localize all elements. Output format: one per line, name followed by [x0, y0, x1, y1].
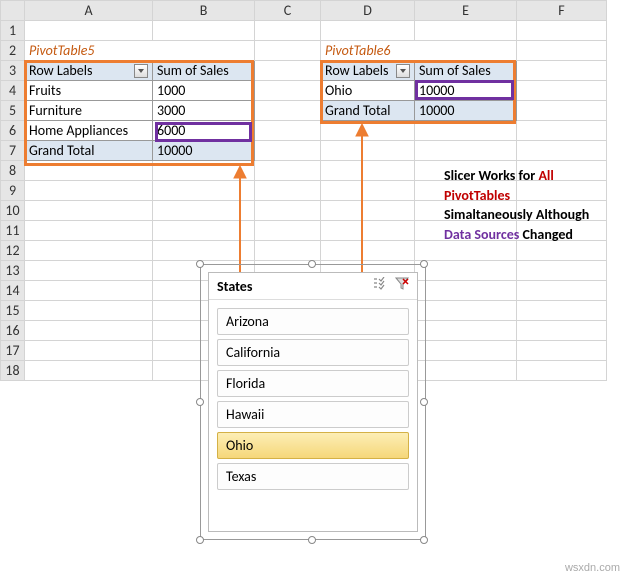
row-header[interactable]: 14 [1, 281, 25, 301]
pivot5-rowlabels-header[interactable]: Row Labels [25, 61, 153, 81]
row-header[interactable]: 2 [1, 41, 25, 61]
slicer-item[interactable]: Ohio [217, 432, 409, 459]
row-header[interactable]: 7 [1, 141, 25, 161]
resize-handle[interactable] [196, 260, 204, 268]
pivot5-grandtotal-label[interactable]: Grand Total [25, 141, 153, 161]
slicer-item[interactable]: Florida [217, 370, 409, 397]
resize-handle[interactable] [196, 536, 204, 544]
pivot6-rowlabels-header[interactable]: Row Labels [321, 61, 415, 81]
pivot5-grandtotal-value[interactable]: 10000 [153, 141, 255, 161]
slicer-title: States [217, 278, 252, 295]
slicer-item[interactable]: Arizona [217, 308, 409, 335]
clear-filter-icon[interactable] [395, 277, 409, 295]
slicer-states[interactable]: States Arizona California Florida Hawaii… [208, 272, 418, 532]
resize-handle[interactable] [420, 260, 428, 268]
row-header[interactable]: 15 [1, 301, 25, 321]
col-header-F[interactable]: F [517, 1, 607, 21]
resize-handle[interactable] [196, 398, 204, 406]
pivot5-row-value[interactable]: 1000 [153, 81, 255, 101]
connector-arrow [354, 124, 370, 272]
pivot5-row-label[interactable]: Home Appliances [25, 121, 153, 141]
resize-handle[interactable] [420, 536, 428, 544]
col-header-A[interactable]: A [25, 1, 153, 21]
row-header[interactable]: 18 [1, 361, 25, 381]
col-header-E[interactable]: E [415, 1, 517, 21]
row-header[interactable]: 9 [1, 181, 25, 201]
col-header-C[interactable]: C [255, 1, 321, 21]
pivot6-row-value[interactable]: 10000 [415, 81, 517, 101]
multi-select-icon[interactable] [373, 277, 389, 295]
row-header[interactable]: 13 [1, 261, 25, 281]
row-header[interactable]: 16 [1, 321, 25, 341]
row-header[interactable]: 10 [1, 201, 25, 221]
filter-dropdown-icon[interactable] [134, 64, 148, 78]
slicer-item[interactable]: California [217, 339, 409, 366]
pivot6-title: PivotTable6 [321, 41, 517, 61]
connector-arrow [232, 166, 248, 272]
slicer-item[interactable]: Texas [217, 463, 409, 490]
pivot5-title: PivotTable5 [25, 41, 255, 61]
slicer-body: Arizona California Florida Hawaii Ohio T… [209, 300, 417, 498]
pivot6-values-header: Sum of Sales [415, 61, 517, 81]
select-all[interactable] [1, 1, 25, 21]
row-header[interactable]: 3 [1, 61, 25, 81]
row-header[interactable]: 12 [1, 241, 25, 261]
row-header[interactable]: 5 [1, 101, 25, 121]
row-header[interactable]: 6 [1, 121, 25, 141]
col-header-B[interactable]: B [153, 1, 255, 21]
row-header[interactable]: 17 [1, 341, 25, 361]
resize-handle[interactable] [308, 536, 316, 544]
resize-handle[interactable] [420, 398, 428, 406]
slicer-item[interactable]: Hawaii [217, 401, 409, 428]
pivot5-row-value[interactable]: 6000 [153, 121, 255, 141]
annotation-text: Slicer Works for All PivotTables Simalta… [444, 166, 614, 244]
pivot5-row-label[interactable]: Furniture [25, 101, 153, 121]
watermark: wsxdn.com [565, 562, 620, 574]
row-header[interactable]: 4 [1, 81, 25, 101]
pivot5-values-header: Sum of Sales [153, 61, 255, 81]
pivot5-row-value[interactable]: 3000 [153, 101, 255, 121]
resize-handle[interactable] [308, 260, 316, 268]
row-header[interactable]: 11 [1, 221, 25, 241]
pivot6-row-label[interactable]: Ohio [321, 81, 415, 101]
row-header[interactable]: 8 [1, 161, 25, 181]
pivot6-grandtotal-value[interactable]: 10000 [415, 101, 517, 121]
col-header-D[interactable]: D [321, 1, 415, 21]
pivot5-row-label[interactable]: Fruits [25, 81, 153, 101]
filter-dropdown-icon[interactable] [396, 64, 410, 78]
pivot6-grandtotal-label[interactable]: Grand Total [321, 101, 415, 121]
row-header[interactable]: 1 [1, 21, 25, 41]
